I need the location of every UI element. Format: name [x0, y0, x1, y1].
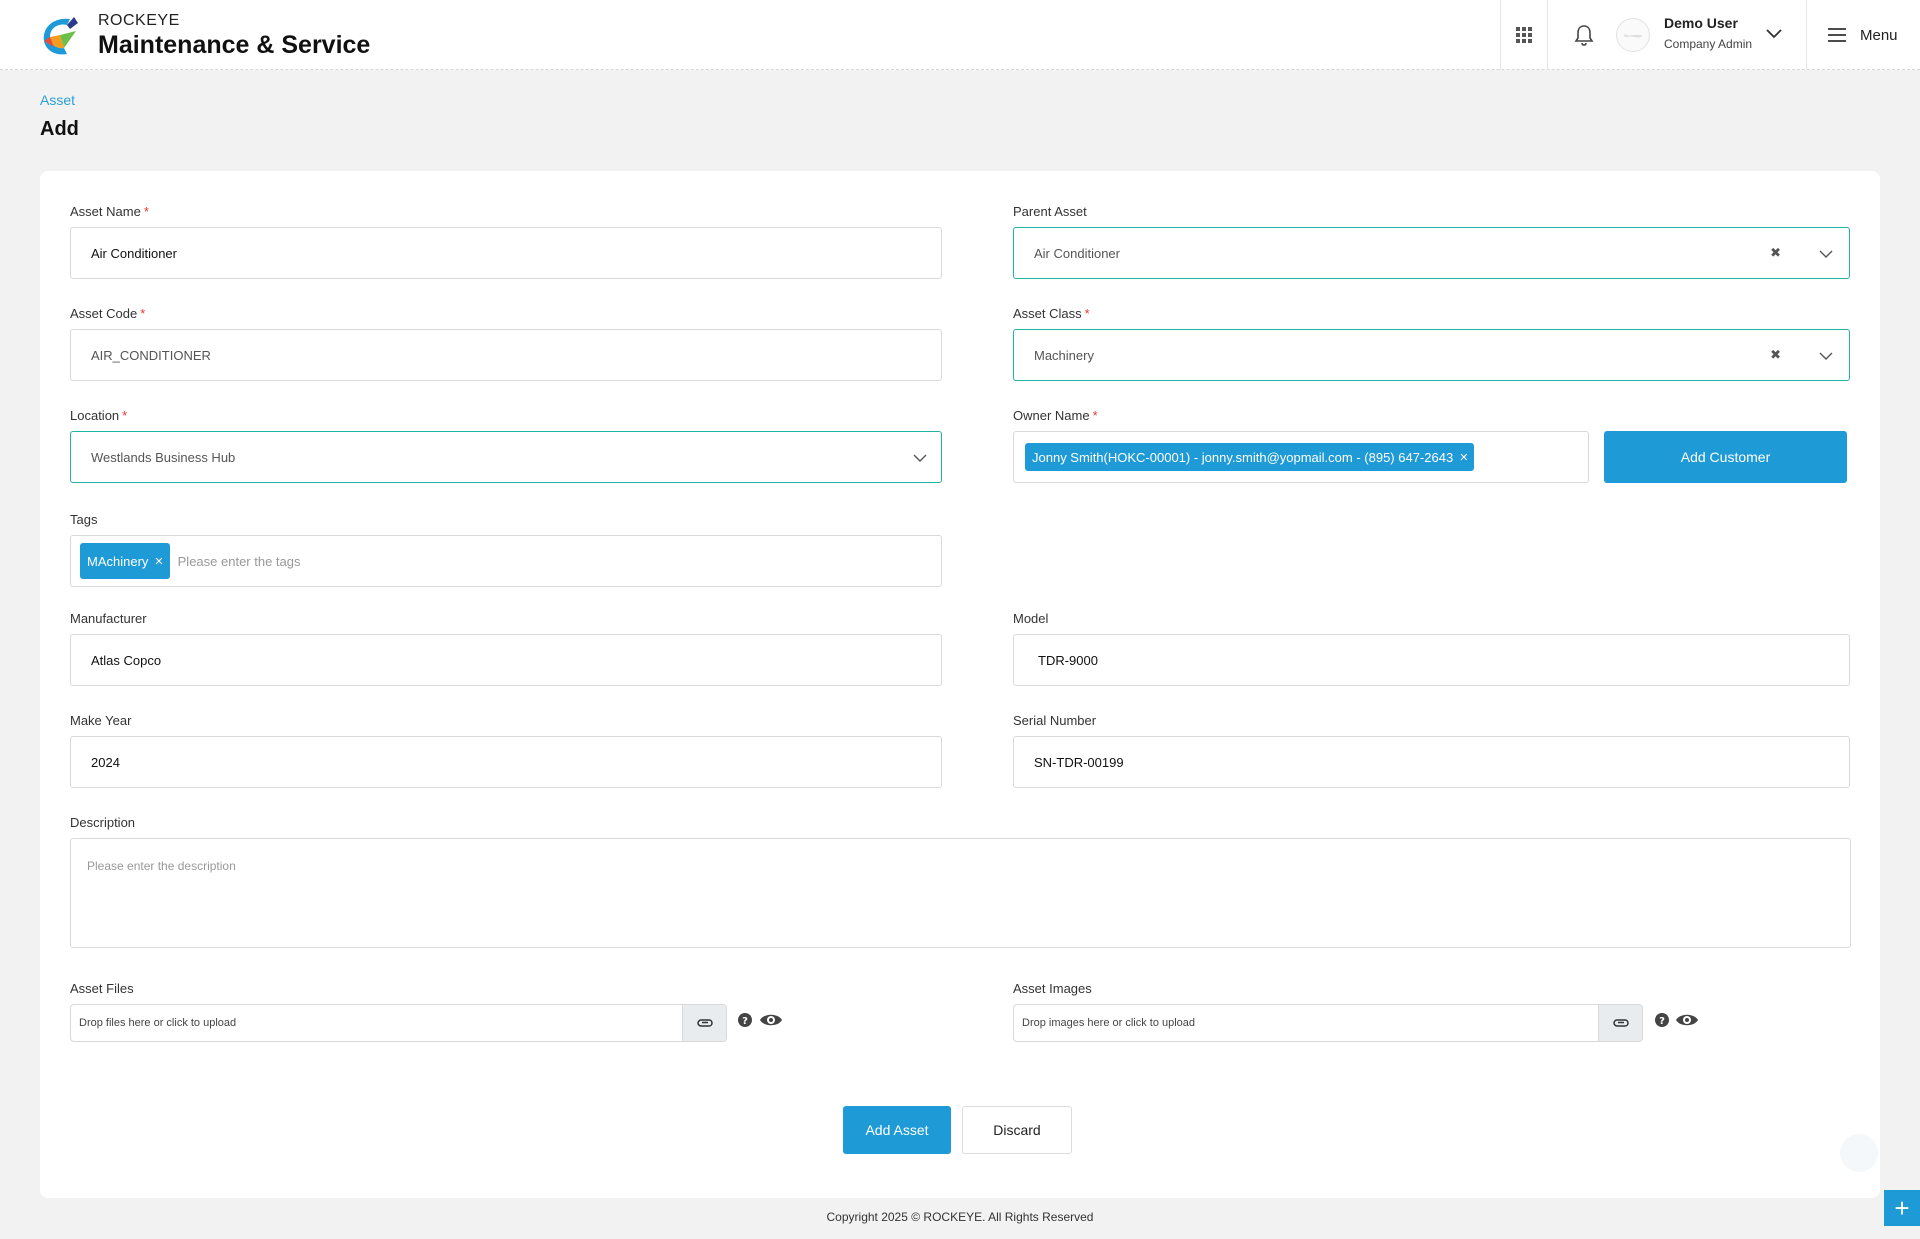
- tag-chip[interactable]: MAchinery ✕: [80, 543, 170, 579]
- chevron-down-icon: [1819, 250, 1833, 258]
- footer-copyright: Copyright 2025 © ROCKEYE. All Rights Res…: [826, 1210, 1094, 1224]
- header-divider: [1500, 0, 1501, 70]
- add-customer-button[interactable]: Add Customer: [1604, 431, 1847, 483]
- brand-top-text: ROCKEYE: [98, 12, 180, 29]
- manufacturer-input[interactable]: Atlas Copco: [70, 634, 942, 686]
- clear-parent-asset-icon[interactable]: ✖: [1770, 245, 1781, 261]
- owner-name-label: Owner Name *: [1013, 408, 1098, 423]
- apps-grid-icon[interactable]: [1511, 22, 1537, 48]
- paperclip-icon[interactable]: [682, 1005, 726, 1041]
- owner-name-select[interactable]: Jonny Smith(HOKC-00001) - jonny.smith@yo…: [1013, 431, 1589, 483]
- brand[interactable]: ROCKEYE Maintenance & Service: [40, 12, 370, 60]
- bell-icon[interactable]: [1571, 22, 1597, 48]
- description-label: Description: [70, 815, 136, 830]
- eye-icon[interactable]: [1675, 1012, 1699, 1028]
- tags-input[interactable]: MAchinery ✕ Please enter the tags: [70, 535, 942, 587]
- brand-main-text: Maintenance & Service: [98, 31, 371, 59]
- top-bar: ROCKEYE Maintenance & Service No Image D…: [0, 0, 1920, 70]
- tags-placeholder: Please enter the tags: [177, 553, 301, 569]
- model-label: Model: [1013, 611, 1049, 626]
- page-title: Add: [40, 118, 79, 140]
- parent-asset-label: Parent Asset: [1013, 204, 1087, 219]
- owner-chip[interactable]: Jonny Smith(HOKC-00001) - jonny.smith@yo…: [1025, 443, 1475, 471]
- plus-icon: +: [1894, 1193, 1910, 1223]
- description-textarea[interactable]: Please enter the description: [70, 838, 1851, 948]
- remove-tag-icon[interactable]: ✕: [154, 555, 163, 568]
- discard-button[interactable]: Discard: [962, 1106, 1072, 1154]
- help-icon[interactable]: ?: [737, 1012, 753, 1028]
- breadcrumb-asset-link[interactable]: Asset: [40, 92, 75, 108]
- floating-add-button[interactable]: +: [1884, 1190, 1920, 1226]
- asset-images-label: Asset Images: [1013, 981, 1092, 996]
- svg-text:?: ?: [742, 1016, 748, 1027]
- svg-text:?: ?: [1659, 1016, 1665, 1027]
- location-select[interactable]: Westlands Business Hub: [70, 431, 942, 483]
- clear-asset-class-icon[interactable]: ✖: [1770, 347, 1781, 363]
- asset-name-input[interactable]: Air Conditioner: [70, 227, 942, 279]
- make-year-label: Make Year: [70, 713, 132, 728]
- asset-code-label: Asset Code *: [70, 306, 146, 321]
- menu-button[interactable]: Menu: [1860, 27, 1898, 44]
- chevron-down-icon[interactable]: [1764, 24, 1784, 44]
- header-divider: [1806, 0, 1807, 70]
- manufacturer-label: Manufacturer: [70, 611, 147, 626]
- asset-files-label: Asset Files: [70, 981, 134, 996]
- hamburger-icon[interactable]: [1826, 24, 1848, 46]
- serial-number-label: Serial Number: [1013, 713, 1097, 728]
- scroll-to-top-button[interactable]: [1840, 1134, 1878, 1172]
- avatar[interactable]: No Image: [1616, 18, 1650, 52]
- header-divider: [1547, 0, 1548, 70]
- location-label: Location *: [70, 408, 128, 423]
- tags-label: Tags: [70, 512, 98, 527]
- help-icon[interactable]: ?: [1654, 1012, 1670, 1028]
- asset-images-dropzone[interactable]: Drop images here or click to upload: [1013, 1004, 1643, 1042]
- rockeye-logo-icon: [43, 17, 78, 55]
- add-asset-button[interactable]: Add Asset: [843, 1106, 951, 1154]
- paperclip-icon[interactable]: [1598, 1005, 1642, 1041]
- asset-code-input[interactable]: AIR_CONDITIONER: [70, 329, 942, 381]
- parent-asset-select[interactable]: Air Conditioner ✖: [1013, 227, 1850, 279]
- chevron-down-icon: [1819, 352, 1833, 360]
- asset-class-select[interactable]: Machinery ✖: [1013, 329, 1850, 381]
- remove-owner-icon[interactable]: ✕: [1459, 451, 1468, 464]
- model-input[interactable]: TDR-9000: [1013, 634, 1850, 686]
- asset-class-label: Asset Class *: [1013, 306, 1090, 321]
- chevron-down-icon: [913, 454, 927, 462]
- serial-number-input[interactable]: SN-TDR-00199: [1013, 736, 1850, 788]
- user-name[interactable]: Demo User: [1664, 15, 1738, 31]
- eye-icon[interactable]: [759, 1012, 783, 1028]
- user-role: Company Admin: [1664, 37, 1753, 51]
- make-year-input[interactable]: 2024: [70, 736, 942, 788]
- asset-files-dropzone[interactable]: Drop files here or click to upload: [70, 1004, 727, 1042]
- asset-name-label: Asset Name *: [70, 204, 149, 219]
